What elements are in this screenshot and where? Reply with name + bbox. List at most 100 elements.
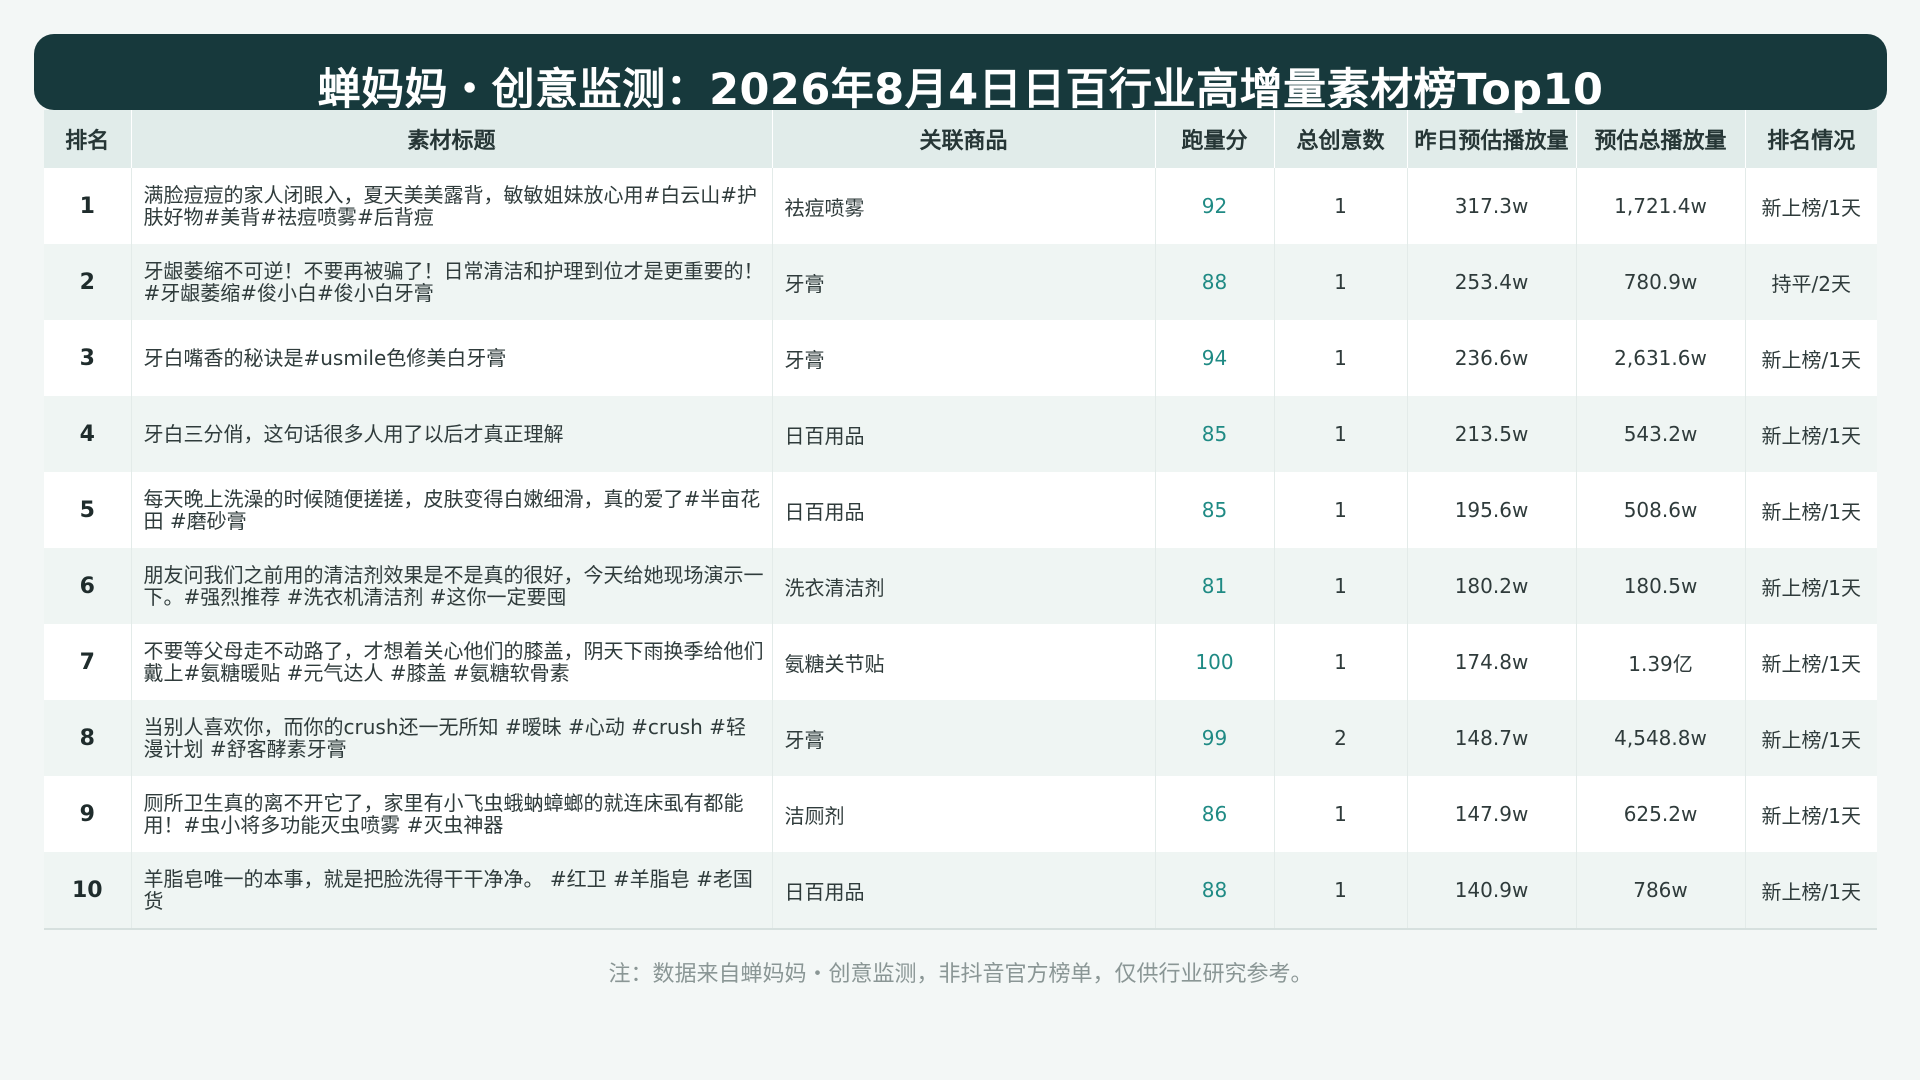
cell-creatives: 1 (1274, 776, 1408, 852)
cell-score: 85 (1155, 472, 1275, 548)
table-body: 1 满脸痘痘的家人闭眼入，夏天美美露背，敏敏姐妹放心用#白云山#护肤好物#美背#祛… (44, 168, 1877, 930)
column-header-rank: 排名 (44, 110, 132, 168)
cell-score: 99 (1155, 700, 1275, 776)
cell-score: 88 (1155, 244, 1275, 320)
cell-yesterday-plays: 174.8w (1407, 624, 1577, 700)
cell-yesterday-plays: 195.6w (1407, 472, 1577, 548)
cell-score: 88 (1155, 852, 1275, 930)
cell-title: 朋友问我们之前用的清洁剂效果是不是真的很好，今天给她现场演示一下。#强烈推荐 #… (131, 548, 773, 624)
cell-yesterday-plays: 148.7w (1407, 700, 1577, 776)
cell-yesterday-plays: 317.3w (1407, 168, 1577, 244)
cell-total-plays: 4,548.8w (1576, 700, 1746, 776)
cell-product: 祛痘喷雾 (772, 168, 1156, 244)
cell-yesterday-plays: 147.9w (1407, 776, 1577, 852)
cell-rank: 1 (44, 168, 132, 244)
column-header-title: 素材标题 (131, 110, 773, 168)
column-header-product: 关联商品 (772, 110, 1156, 168)
ranking-table: 排名 素材标题 关联商品 跑量分 总创意数 昨日预估播放量 预估总播放量 排名情… (44, 110, 1877, 930)
column-header-score: 跑量分 (1155, 110, 1275, 168)
cell-yesterday-plays: 236.6w (1407, 320, 1577, 396)
cell-product: 日百用品 (772, 472, 1156, 548)
cell-total-plays: 786w (1576, 852, 1746, 930)
cell-score: 100 (1155, 624, 1275, 700)
column-header-yesterday-plays: 昨日预估播放量 (1407, 110, 1577, 168)
table-row: 7 不要等父母走不动路了，才想着关心他们的膝盖，阴天下雨换季给他们戴上#氨糖暖贴 … (44, 624, 1877, 700)
header-row: 排名 素材标题 关联商品 跑量分 总创意数 昨日预估播放量 预估总播放量 排名情… (44, 110, 1877, 168)
cell-product: 日百用品 (772, 852, 1156, 930)
cell-rank: 4 (44, 396, 132, 472)
cell-total-plays: 1.39亿 (1576, 624, 1746, 700)
cell-creatives: 1 (1274, 548, 1408, 624)
cell-yesterday-plays: 180.2w (1407, 548, 1577, 624)
table-header: 排名 素材标题 关联商品 跑量分 总创意数 昨日预估播放量 预估总播放量 排名情… (44, 110, 1877, 168)
table-row: 3 牙白嘴香的秘诀是#usmile色修美白牙膏 牙膏 94 1 236.6w 2,631.6… (44, 320, 1877, 396)
cell-rank: 7 (44, 624, 132, 700)
cell-creatives: 1 (1274, 472, 1408, 548)
cell-total-plays: 1,721.4w (1576, 168, 1746, 244)
column-header-creatives: 总创意数 (1274, 110, 1408, 168)
table-row: 4 牙白三分俏，这句话很多人用了以后才真正理解 日百用品 85 1 213.5w 543.2… (44, 396, 1877, 472)
cell-creatives: 1 (1274, 624, 1408, 700)
cell-title: 牙龈萎缩不可逆！不要再被骗了！日常清洁和护理到位才是更重要的！#牙龈萎缩#俊小白… (131, 244, 773, 320)
table-row: 10 羊脂皂唯一的本事，就是把脸洗得干干净净。 #红卫 #羊脂皂 #老国货 日百用品… (44, 852, 1877, 930)
cell-status: 新上榜/1天 (1745, 472, 1877, 548)
cell-score: 94 (1155, 320, 1275, 396)
cell-status: 新上榜/1天 (1745, 320, 1877, 396)
cell-title: 不要等父母走不动路了，才想着关心他们的膝盖，阴天下雨换季给他们戴上#氨糖暖贴 #… (131, 624, 773, 700)
table-row: 2 牙龈萎缩不可逆！不要再被骗了！日常清洁和护理到位才是更重要的！#牙龈萎缩#俊小… (44, 244, 1877, 320)
cell-title: 牙白三分俏，这句话很多人用了以后才真正理解 (131, 396, 773, 472)
cell-yesterday-plays: 213.5w (1407, 396, 1577, 472)
cell-status: 新上榜/1天 (1745, 776, 1877, 852)
cell-creatives: 1 (1274, 244, 1408, 320)
leaderboard: 蝉妈妈・创意监测：2026年8月4日日百行业高增量素材榜Top10 排名 素材标… (34, 34, 1887, 988)
table-container: 排名 素材标题 关联商品 跑量分 总创意数 昨日预估播放量 预估总播放量 排名情… (44, 110, 1877, 930)
page-title: 蝉妈妈・创意监测：2026年8月4日日百行业高增量素材榜Top10 (317, 65, 1604, 115)
cell-total-plays: 543.2w (1576, 396, 1746, 472)
table-row: 8 当别人喜欢你，而你的crush还一无所知 #暧昧 #心动 #crush #轻漫… (44, 700, 1877, 776)
cell-product: 牙膏 (772, 244, 1156, 320)
column-header-total-plays: 预估总播放量 (1576, 110, 1746, 168)
cell-total-plays: 508.6w (1576, 472, 1746, 548)
cell-creatives: 1 (1274, 168, 1408, 244)
cell-rank: 8 (44, 700, 132, 776)
cell-total-plays: 2,631.6w (1576, 320, 1746, 396)
column-header-status: 排名情况 (1745, 110, 1877, 168)
cell-product: 日百用品 (772, 396, 1156, 472)
cell-title: 羊脂皂唯一的本事，就是把脸洗得干干净净。 #红卫 #羊脂皂 #老国货 (131, 852, 773, 930)
cell-status: 新上榜/1天 (1745, 700, 1877, 776)
table-row: 6 朋友问我们之前用的清洁剂效果是不是真的很好，今天给她现场演示一下。#强烈推荐 … (44, 548, 1877, 624)
cell-status: 新上榜/1天 (1745, 852, 1877, 930)
cell-product: 牙膏 (772, 320, 1156, 396)
table-row: 5 每天晚上洗澡的时候随便搓搓，皮肤变得白嫩细滑，真的爱了#半亩花田 #磨砂膏 日百… (44, 472, 1877, 548)
cell-score: 85 (1155, 396, 1275, 472)
cell-product: 氨糖关节贴 (772, 624, 1156, 700)
cell-score: 81 (1155, 548, 1275, 624)
cell-rank: 6 (44, 548, 132, 624)
cell-creatives: 1 (1274, 396, 1408, 472)
cell-creatives: 2 (1274, 700, 1408, 776)
cell-title: 厕所卫生真的离不开它了，家里有小飞虫蛾蚋蟑螂的就连床虱有都能用！#虫小将多功能灭… (131, 776, 773, 852)
cell-product: 牙膏 (772, 700, 1156, 776)
cell-rank: 2 (44, 244, 132, 320)
cell-total-plays: 180.5w (1576, 548, 1746, 624)
cell-product: 洁厕剂 (772, 776, 1156, 852)
cell-rank: 10 (44, 852, 132, 930)
title-banner: 蝉妈妈・创意监测：2026年8月4日日百行业高增量素材榜Top10 (34, 34, 1887, 115)
cell-rank: 5 (44, 472, 132, 548)
cell-status: 持平/2天 (1745, 244, 1877, 320)
cell-score: 92 (1155, 168, 1275, 244)
cell-yesterday-plays: 253.4w (1407, 244, 1577, 320)
cell-title: 每天晚上洗澡的时候随便搓搓，皮肤变得白嫩细滑，真的爱了#半亩花田 #磨砂膏 (131, 472, 773, 548)
cell-status: 新上榜/1天 (1745, 396, 1877, 472)
cell-title: 满脸痘痘的家人闭眼入，夏天美美露背，敏敏姐妹放心用#白云山#护肤好物#美背#祛痘… (131, 168, 773, 244)
cell-yesterday-plays: 140.9w (1407, 852, 1577, 930)
cell-product: 洗衣清洁剂 (772, 548, 1156, 624)
cell-score: 86 (1155, 776, 1275, 852)
cell-creatives: 1 (1274, 852, 1408, 930)
cell-rank: 3 (44, 320, 132, 396)
table-row: 9 厕所卫生真的离不开它了，家里有小飞虫蛾蚋蟑螂的就连床虱有都能用！#虫小将多功能… (44, 776, 1877, 852)
cell-title: 牙白嘴香的秘诀是#usmile色修美白牙膏 (131, 320, 773, 396)
cell-title: 当别人喜欢你，而你的crush还一无所知 #暧昧 #心动 #crush #轻漫计… (131, 700, 773, 776)
footnote: 注：数据来自蝉妈妈・创意监测，非抖音官方榜单，仅供行业研究参考。 (608, 962, 1313, 987)
cell-status: 新上榜/1天 (1745, 168, 1877, 244)
